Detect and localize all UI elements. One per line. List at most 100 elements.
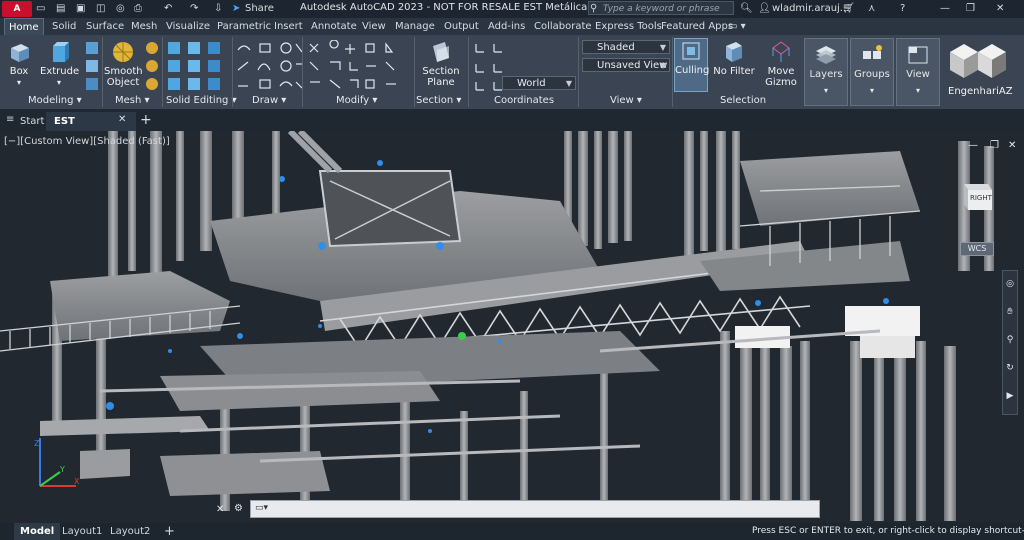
share-button[interactable]: Share xyxy=(245,2,274,16)
add-layout-icon[interactable]: + xyxy=(164,523,175,540)
navigation-bar[interactable]: ◎ ✋︎ ⚲ ↻ ▶ xyxy=(1002,270,1018,415)
close-command-icon[interactable]: ✕ xyxy=(216,504,224,515)
user-name[interactable]: wladmir.arauj... xyxy=(772,2,849,16)
tab-surface[interactable]: Surface xyxy=(86,18,124,35)
autodesk-icon[interactable]: ⋏ xyxy=(868,2,875,16)
ucs-select[interactable]: World ▼ xyxy=(502,76,576,90)
minimize-icon[interactable]: — xyxy=(940,2,950,16)
customize-command-icon[interactable]: ⚙ xyxy=(234,503,243,514)
mesh-tool-icon[interactable] xyxy=(146,78,158,90)
tab-layout1[interactable]: Layout1 xyxy=(62,523,102,540)
wcs-menu[interactable]: WCS xyxy=(960,242,994,256)
intersect-icon[interactable] xyxy=(168,78,180,90)
subtract-icon[interactable] xyxy=(168,60,180,72)
visual-style-select[interactable]: Shaded ▼ xyxy=(582,40,670,54)
solid-edit-icon[interactable] xyxy=(208,78,220,90)
tab-manage[interactable]: Manage xyxy=(395,18,435,35)
showmotion-icon[interactable]: ▶ xyxy=(1003,391,1017,401)
modeling-tool-icon[interactable] xyxy=(86,42,98,54)
layers-button[interactable]: Layers ▾ xyxy=(804,38,848,106)
save-as-icon[interactable]: ◫ xyxy=(96,2,105,16)
viewport-close-icon[interactable]: ✕ xyxy=(1008,140,1016,151)
orbit-icon[interactable]: ↻ xyxy=(1003,363,1017,373)
solid-edit-icon[interactable] xyxy=(208,60,220,72)
draw-tools-icon[interactable] xyxy=(236,40,304,94)
print-icon[interactable]: ⎙ xyxy=(134,2,142,16)
tab-solid[interactable]: Solid xyxy=(52,18,76,35)
modeling-tool-icon[interactable] xyxy=(86,60,98,72)
smooth-object-button[interactable]: Smooth Object xyxy=(104,40,143,88)
panel-selection[interactable]: Selection xyxy=(720,95,766,108)
new-icon[interactable]: ▭ xyxy=(36,2,45,16)
tab-add-ins[interactable]: Add-ins xyxy=(488,18,525,35)
restore-icon[interactable]: ❐ xyxy=(966,2,975,16)
solid-edit-icon[interactable] xyxy=(188,60,200,72)
cart-icon[interactable]: 🛒︎ xyxy=(842,2,855,16)
panel-mesh[interactable]: Mesh ▾ xyxy=(115,95,150,108)
solid-edit-icon[interactable] xyxy=(208,42,220,54)
zoom-icon[interactable]: ⚲ xyxy=(1003,335,1017,345)
mesh-tool-icon[interactable] xyxy=(146,60,158,72)
command-input[interactable]: ▭▾ xyxy=(250,500,820,518)
autocad-logo[interactable]: A CAD xyxy=(2,1,32,30)
tab-annotate[interactable]: Annotate xyxy=(311,18,357,35)
drawing-viewport[interactable] xyxy=(0,131,1024,523)
panel-draw[interactable]: Draw ▾ xyxy=(252,95,286,108)
close-tab-icon[interactable]: ✕ xyxy=(118,114,126,125)
panel-solid-editing[interactable]: Solid Editing ▾ xyxy=(166,95,237,108)
section-plane-button[interactable]: Section Plane xyxy=(418,40,464,88)
tab-insert[interactable]: Insert xyxy=(274,18,303,35)
no-filter-button[interactable]: No Filter xyxy=(712,40,756,77)
extrude-button[interactable]: Extrude ▾ xyxy=(40,40,79,88)
search-input[interactable]: Type a keyword or phrase xyxy=(588,1,734,15)
tab-parametric[interactable]: Parametric xyxy=(217,18,271,35)
section-plane-icon xyxy=(433,42,449,62)
tab-mesh[interactable]: Mesh xyxy=(131,18,157,35)
saved-view-select[interactable]: Unsaved View ▼ xyxy=(582,58,670,72)
redo-icon[interactable]: ↷ xyxy=(190,2,198,16)
tab-view[interactable]: View xyxy=(362,18,386,35)
panel-view[interactable]: View ▾ xyxy=(610,95,642,108)
solid-edit-icon[interactable] xyxy=(188,78,200,90)
tab-featured-apps[interactable]: Featured Apps xyxy=(661,18,733,35)
help-icon[interactable]: ? xyxy=(900,2,905,16)
panel-coordinates[interactable]: Coordinates xyxy=(494,95,554,108)
tab-home[interactable]: Home xyxy=(4,18,44,35)
move-gizmo-button[interactable]: Move Gizmo xyxy=(762,40,800,88)
search-go-icon[interactable]: 🔍︎ xyxy=(740,2,753,16)
viewport-minimize-icon[interactable]: — xyxy=(968,140,978,151)
workspace-dropdown-icon[interactable]: ⇩ xyxy=(214,2,222,16)
modeling-tool-icon[interactable] xyxy=(86,78,98,90)
tab-layout2[interactable]: Layout2 xyxy=(110,523,150,540)
tab-output[interactable]: Output xyxy=(444,18,479,35)
new-tab-icon[interactable]: + xyxy=(140,112,152,128)
panel-modeling[interactable]: Modeling ▾ xyxy=(28,95,82,108)
culling-button[interactable]: Culling xyxy=(674,38,709,92)
viewcube[interactable]: RIGHT xyxy=(956,180,996,214)
view-panel-button[interactable]: View ▾ xyxy=(896,38,940,106)
pan-icon[interactable]: ✋︎ xyxy=(1003,307,1017,317)
close-icon[interactable]: ✕ xyxy=(996,2,1004,16)
groups-button[interactable]: Groups ▾ xyxy=(850,38,894,106)
steering-wheel-icon[interactable]: ◎ xyxy=(1003,279,1017,289)
viewport-restore-icon[interactable]: ❐ xyxy=(990,140,999,151)
undo-icon[interactable]: ↶ xyxy=(164,2,172,16)
modify-tools-icon[interactable] xyxy=(306,40,410,94)
viewport-controls-label[interactable]: [−][Custom View][Shaded (Fast)] xyxy=(4,136,170,147)
solid-edit-icon[interactable] xyxy=(188,42,200,54)
ribbon-options-icon[interactable]: ▭ ▾ xyxy=(728,18,746,35)
user-icon[interactable]: 👤︎ xyxy=(758,2,771,16)
tab-model[interactable]: Model xyxy=(14,523,61,540)
tab-collaborate[interactable]: Collaborate xyxy=(534,18,592,35)
panel-modify[interactable]: Modify ▾ xyxy=(336,95,377,108)
share-icon[interactable]: ➤ xyxy=(232,2,240,16)
union-icon[interactable] xyxy=(168,42,180,54)
web-mobile-icon[interactable]: ◎ xyxy=(116,2,125,16)
box-button[interactable]: Box ▾ xyxy=(4,40,34,88)
panel-section[interactable]: Section ▾ xyxy=(416,95,461,108)
tab-visualize[interactable]: Visualize xyxy=(166,18,210,35)
save-icon[interactable]: ▣ xyxy=(76,2,85,16)
mesh-tool-icon[interactable] xyxy=(146,42,158,54)
tab-express-tools[interactable]: Express Tools xyxy=(595,18,662,35)
open-icon[interactable]: ▤ xyxy=(56,2,65,16)
